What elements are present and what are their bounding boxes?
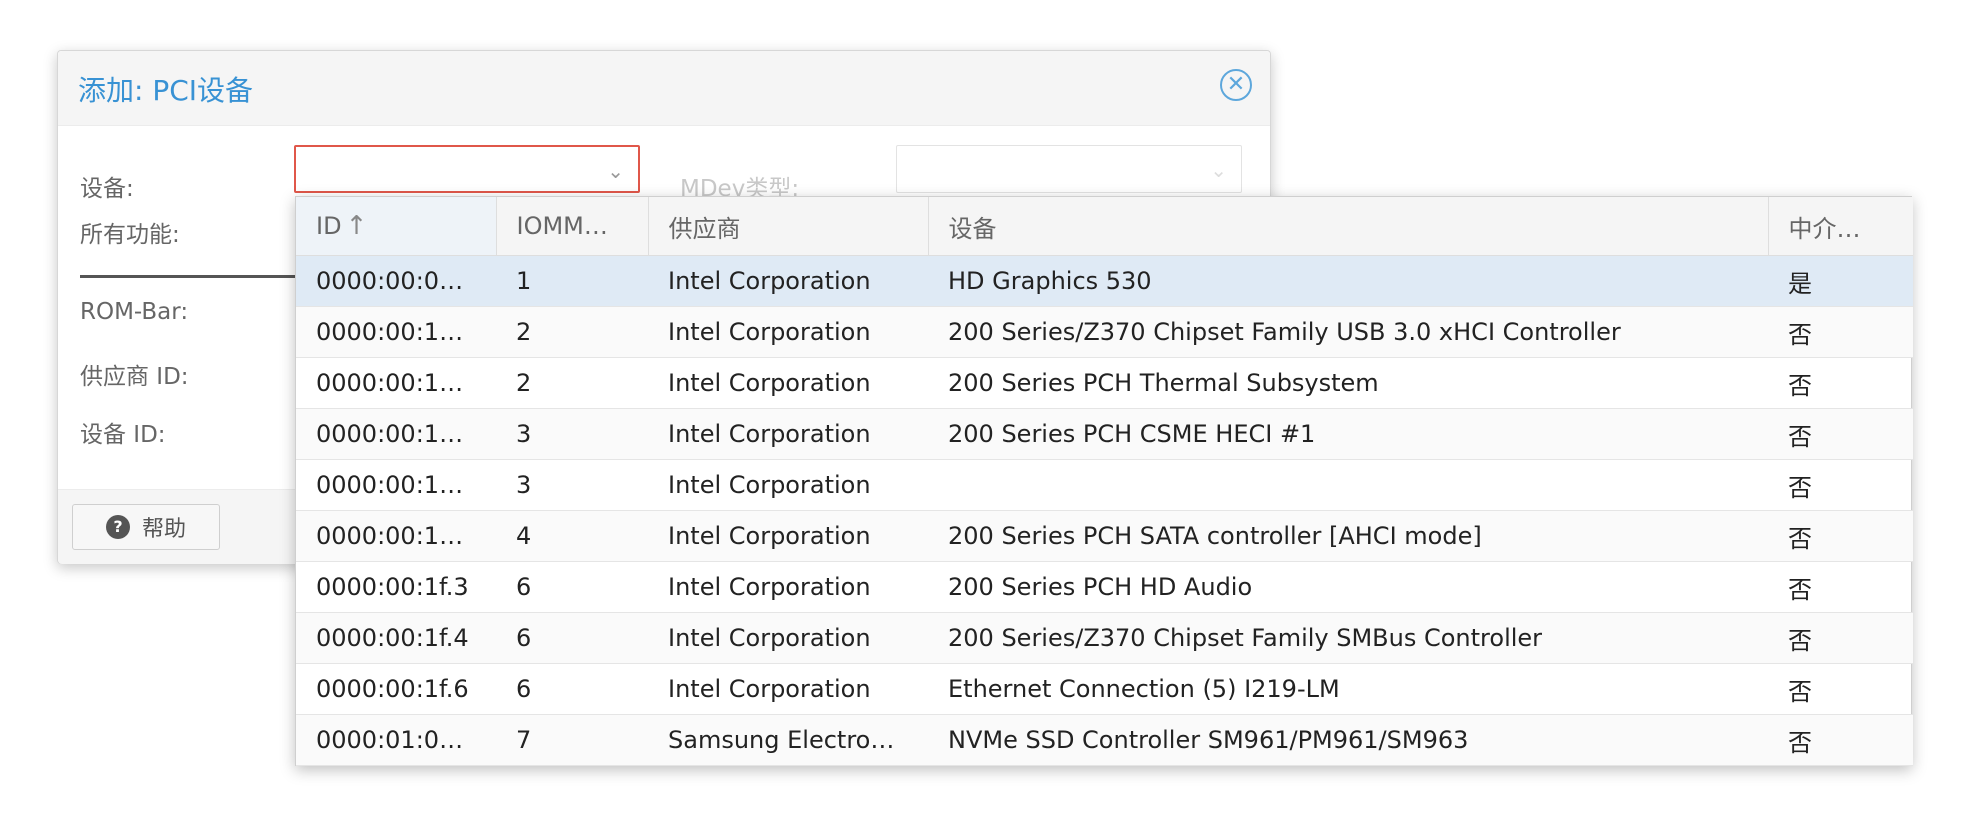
cell-iommu: 6 (496, 561, 648, 613)
cell-id: 0000:00:17.0 (296, 510, 496, 562)
cell-id: 0000:00:1f.6 (296, 663, 496, 715)
device-label: 设备: (80, 176, 134, 202)
cell-iommu: 6 (496, 612, 648, 664)
column-header-device[interactable]: 设备 (928, 197, 1769, 256)
cell-device: 200 Series PCH CSME HECI #1 (928, 408, 1768, 460)
device-select[interactable]: ⌄ (294, 145, 640, 193)
close-icon[interactable]: ✕ (1220, 69, 1252, 101)
question-circle-icon: ? (105, 515, 130, 539)
column-header-label: 设备 (948, 214, 997, 243)
cell-iommu: 3 (496, 408, 648, 460)
cell-id: 0000:00:02.0 (296, 255, 496, 307)
column-header-label: ID (316, 212, 342, 240)
cell-id: 0000:00:1f.4 (296, 612, 496, 664)
cell-id: 0000:00:16.0 (296, 408, 496, 460)
table-row[interactable]: 0000:00:14.0 2 Intel Corporation 200 Series… (296, 306, 1913, 358)
cell-mediated: 否 (1768, 459, 1913, 511)
cell-iommu: 7 (496, 714, 648, 766)
cell-mediated: 否 (1768, 612, 1913, 664)
dialog-title: 添加: PCI设备 (78, 74, 254, 107)
cell-iommu: 4 (496, 510, 648, 562)
chevron-down-icon[interactable]: ⌄ (607, 159, 624, 183)
column-header-label: 中介… (1788, 214, 1861, 243)
table-row[interactable]: 0000:00:14.2 2 Intel Corporation 200 Series… (296, 357, 1913, 409)
cell-mediated: 否 (1768, 714, 1913, 766)
table-row[interactable]: 0000:00:16.3 3 Intel Corporation 否 (296, 459, 1913, 511)
cell-iommu: 3 (496, 459, 648, 511)
device-id-label: 设备 ID: (80, 422, 166, 448)
column-header-mediated[interactable]: 中介… (1768, 197, 1913, 256)
cell-vendor: Intel Corporation (648, 306, 928, 358)
table-row[interactable]: 0000:00:17.0 4 Intel Corporation 200 Series… (296, 510, 1913, 562)
cell-iommu: 2 (496, 306, 648, 358)
cell-mediated: 否 (1768, 510, 1913, 562)
cell-vendor: Intel Corporation (648, 459, 928, 511)
cell-device: NVMe SSD Controller SM961/PM961/SM963 (928, 714, 1768, 766)
cell-vendor: Intel Corporation (648, 255, 928, 307)
cell-device: 200 Series PCH HD Audio (928, 561, 1768, 613)
table-row[interactable]: 0000:00:1f.6 6 Intel Corporation Ethernet C… (296, 663, 1913, 715)
table-header-row: ID ↑ IOMM… 供应商 设备 中介… (296, 197, 1913, 256)
column-header-id[interactable]: ID ↑ (296, 197, 497, 256)
help-button-label: 帮助 (141, 517, 186, 542)
pci-device-dropdown-grid: ID ↑ IOMM… 供应商 设备 中介… 0000:00:02.0 1 Intel … (295, 196, 1913, 766)
cell-device: 200 Series PCH SATA controller [AHCI mod… (928, 510, 1768, 562)
cell-iommu: 6 (496, 663, 648, 715)
cell-device (928, 459, 1768, 511)
cell-device: HD Graphics 530 (928, 255, 1768, 307)
cell-vendor: Intel Corporation (648, 561, 928, 613)
column-header-iommu[interactable]: IOMM… (496, 197, 649, 256)
pci-device-table: ID ↑ IOMM… 供应商 设备 中介… 0000:00:02.0 1 Intel … (296, 197, 1913, 766)
cell-vendor: Intel Corporation (648, 510, 928, 562)
mdev-type-select: ⌄ (896, 145, 1242, 193)
cell-mediated: 否 (1768, 663, 1913, 715)
column-header-vendor[interactable]: 供应商 (648, 197, 929, 256)
cell-vendor: Intel Corporation (648, 612, 928, 664)
help-button[interactable]: ? 帮助 (72, 504, 220, 550)
cell-device: 200 Series/Z370 Chipset Family SMBus Con… (928, 612, 1768, 664)
cell-vendor: Intel Corporation (648, 408, 928, 460)
cell-iommu: 2 (496, 357, 648, 409)
column-header-label: 供应商 (668, 214, 741, 243)
cell-id: 0000:00:1f.3 (296, 561, 496, 613)
cell-id: 0000:00:16.3 (296, 459, 496, 511)
table-row[interactable]: 0000:00:1f.3 6 Intel Corporation 200 Series… (296, 561, 1913, 613)
vendor-id-label: 供应商 ID: (80, 364, 189, 390)
table-row[interactable]: 0000:00:16.0 3 Intel Corporation 200 Series… (296, 408, 1913, 460)
cell-vendor: Intel Corporation (648, 663, 928, 715)
cell-mediated: 否 (1768, 561, 1913, 613)
cell-mediated: 否 (1768, 408, 1913, 460)
cell-id: 0000:00:14.0 (296, 306, 496, 358)
column-header-label: IOMM… (516, 212, 608, 240)
cell-device: 200 Series/Z370 Chipset Family USB 3.0 x… (928, 306, 1768, 358)
cell-iommu: 1 (496, 255, 648, 307)
cell-mediated: 否 (1768, 357, 1913, 409)
table-row[interactable]: 0000:00:02.0 1 Intel Corporation HD Graphic… (296, 255, 1913, 307)
cell-id: 0000:00:14.2 (296, 357, 496, 409)
table-row[interactable]: 0000:00:1f.4 6 Intel Corporation 200 Series… (296, 612, 1913, 664)
cell-mediated: 是 (1768, 255, 1913, 307)
cell-vendor: Samsung Electron… (648, 714, 928, 766)
cell-device: 200 Series PCH Thermal Subsystem (928, 357, 1768, 409)
cell-mediated: 否 (1768, 306, 1913, 358)
all-functions-label: 所有功能: (80, 222, 180, 248)
cell-vendor: Intel Corporation (648, 357, 928, 409)
cell-device: Ethernet Connection (5) I219-LM (928, 663, 1768, 715)
cell-id: 0000:01:00.0 (296, 714, 496, 766)
dialog-header: 添加: PCI设备 ✕ (58, 51, 1270, 126)
table-row[interactable]: 0000:01:00.0 7 Samsung Electron… NVMe SSD C… (296, 714, 1913, 766)
rom-bar-label: ROM-Bar: (80, 299, 189, 325)
chevron-down-icon: ⌄ (1210, 158, 1227, 182)
sort-ascending-icon: ↑ (345, 211, 368, 241)
